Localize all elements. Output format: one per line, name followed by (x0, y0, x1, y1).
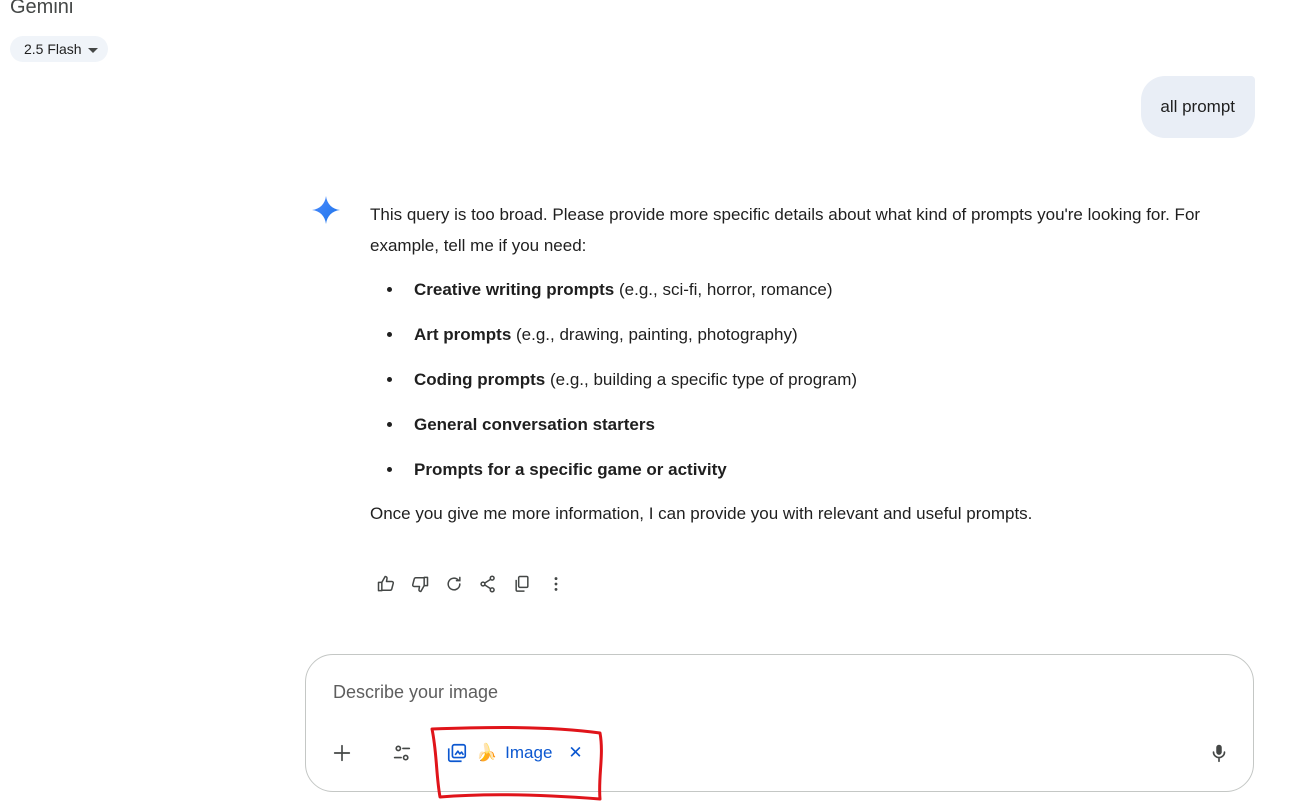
banana-icon: 🍌 (476, 743, 498, 762)
microphone-icon (1212, 744, 1226, 763)
regenerate-button[interactable] (438, 570, 470, 598)
thumb-up-icon (377, 575, 395, 592)
more-options-button[interactable] (540, 570, 572, 598)
bullet-icon (387, 467, 392, 472)
user-message-text: all prompt (1160, 97, 1235, 116)
user-message-bubble: all prompt (1141, 76, 1255, 138)
list-item: Creative writing prompts (e.g., sci-fi, … (370, 267, 1250, 312)
copy-icon (515, 575, 529, 592)
list-item-bold: Creative writing prompts (414, 280, 615, 299)
response-closing: Once you give me more information, I can… (370, 504, 1033, 523)
list-item: General conversation starters (370, 402, 1250, 447)
bullet-icon (387, 377, 392, 382)
more-vert-icon (554, 577, 558, 591)
gemini-sparkle-icon (312, 196, 340, 224)
model-label: 2.5 Flash (24, 41, 82, 57)
model-response: This query is too broad. Please provide … (370, 199, 1250, 529)
plus-icon (333, 744, 351, 762)
list-item-bold: Coding prompts (414, 370, 546, 389)
image-chip-label: Image (505, 743, 553, 762)
image-tool-chip[interactable]: 🍌 Image ✕ (446, 737, 583, 769)
share-icon (480, 575, 495, 593)
regenerate-icon (447, 576, 461, 591)
list-item: Prompts for a specific game or activity (370, 447, 1250, 492)
list-item-bold: Prompts for a specific game or activity (414, 460, 727, 479)
suggestion-list: Creative writing prompts (e.g., sci-fi, … (370, 267, 1250, 492)
copy-button[interactable] (506, 570, 538, 598)
bullet-icon (387, 332, 392, 337)
list-item: Art prompts (e.g., drawing, painting, ph… (370, 312, 1250, 357)
app-title: Gemini (10, 0, 74, 18)
response-intro: This query is too broad. Please provide … (370, 205, 1201, 255)
list-item-bold: General conversation starters (414, 415, 655, 434)
list-item-bold: Art prompts (414, 325, 512, 344)
response-actions (370, 570, 574, 598)
prompt-input[interactable] (331, 677, 1155, 707)
caret-down-icon (87, 47, 98, 53)
tools-button[interactable] (386, 737, 418, 769)
add-button[interactable] (326, 737, 358, 769)
close-icon[interactable]: ✕ (568, 743, 582, 763)
list-item-rest: (e.g., building a specific type of progr… (545, 370, 858, 389)
image-gallery-icon (447, 743, 467, 763)
prompt-composer: 🍌 Image ✕ (305, 654, 1254, 792)
list-item: Coding prompts (e.g., building a specifi… (370, 357, 1250, 402)
list-item-rest: (e.g., sci-fi, horror, romance) (614, 280, 833, 299)
tune-icon (393, 745, 411, 761)
good-response-button[interactable] (370, 570, 402, 598)
share-button[interactable] (472, 570, 504, 598)
list-item-rest: (e.g., drawing, painting, photography) (511, 325, 798, 344)
bullet-icon (387, 287, 392, 292)
bullet-icon (387, 422, 392, 427)
microphone-button[interactable] (1203, 737, 1235, 769)
model-picker[interactable]: 2.5 Flash (10, 36, 108, 62)
thumb-down-icon (411, 576, 429, 593)
bad-response-button[interactable] (404, 570, 436, 598)
